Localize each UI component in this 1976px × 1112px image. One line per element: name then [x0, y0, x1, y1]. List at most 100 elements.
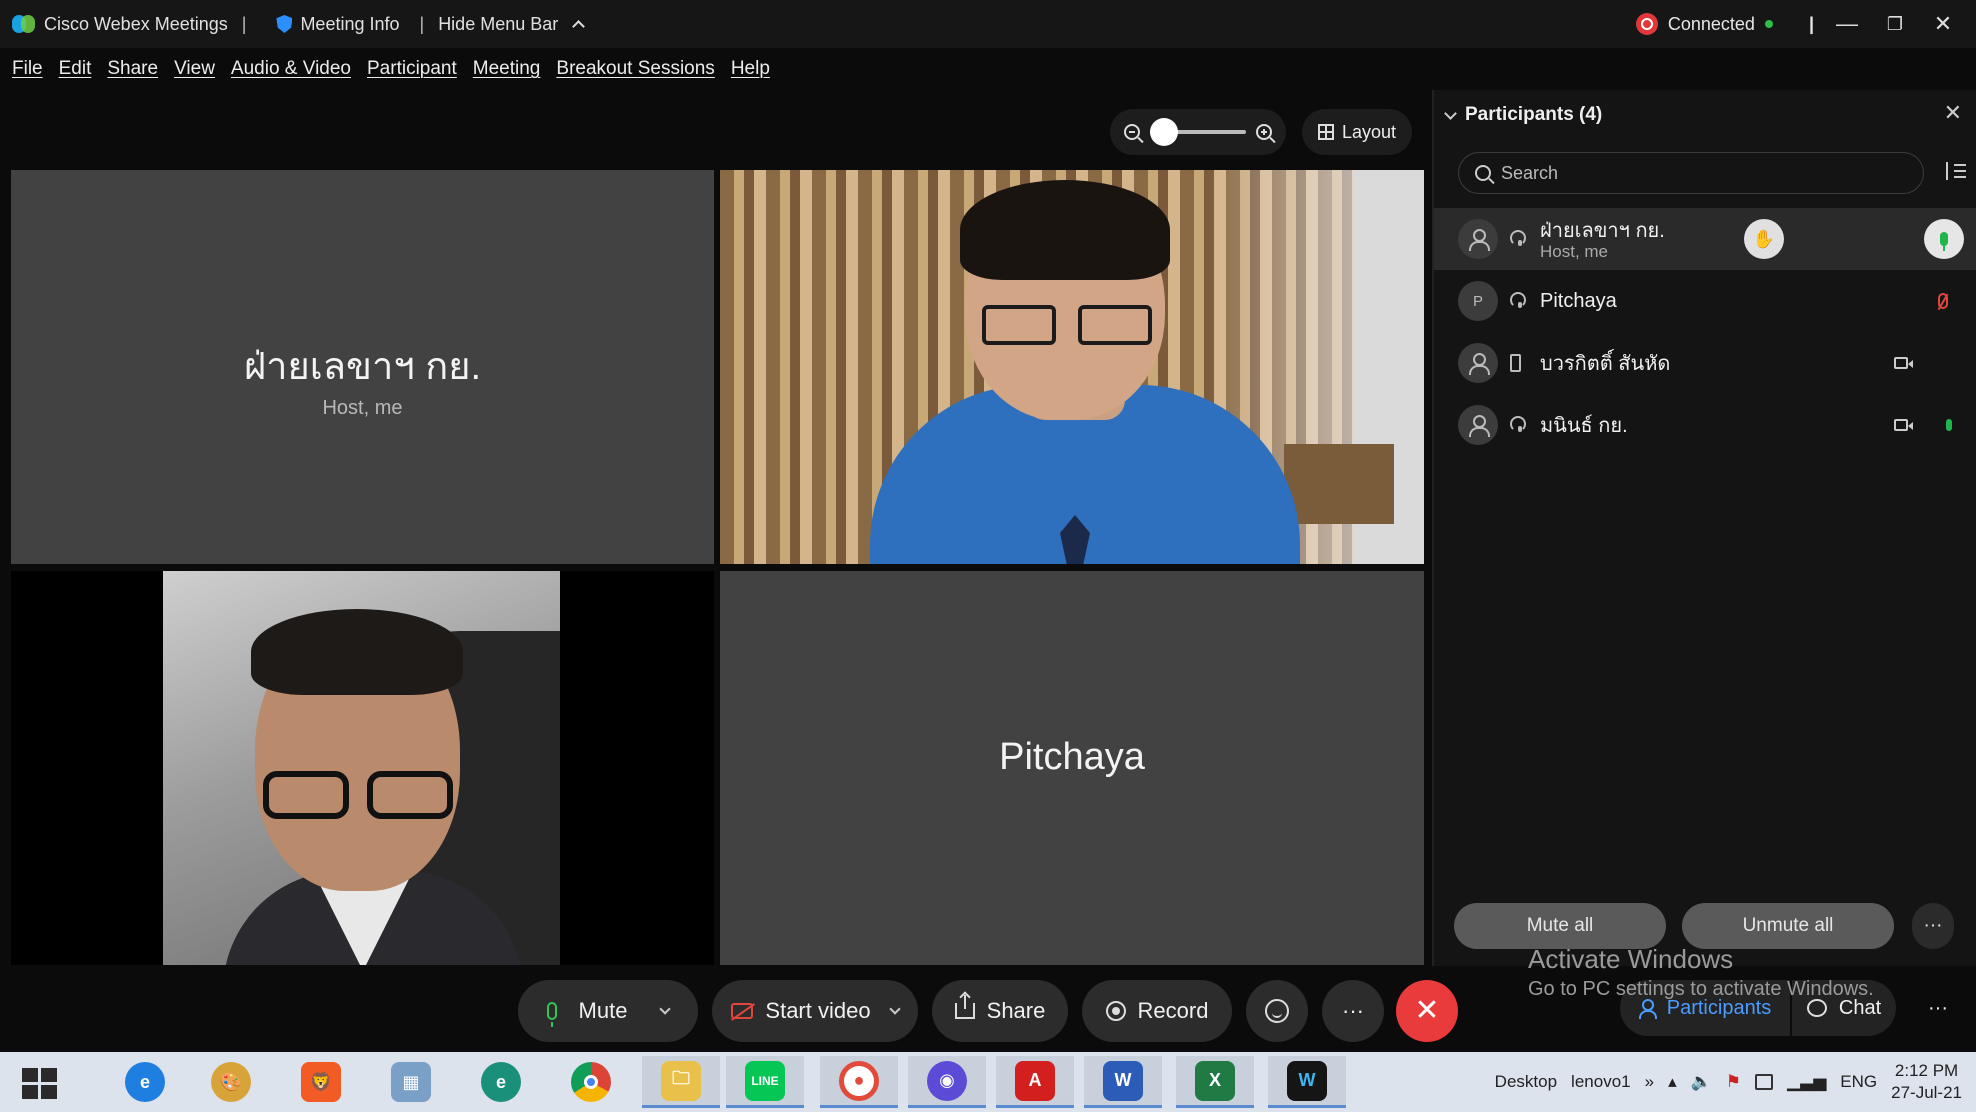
video-tile-participant-video[interactable] — [720, 170, 1424, 564]
excel-icon[interactable]: X — [1176, 1056, 1254, 1108]
chat-tab-label: Chat — [1838, 996, 1882, 1019]
share-icon — [954, 995, 975, 1019]
camera-icon[interactable] — [1894, 419, 1913, 431]
avatar — [1458, 343, 1498, 383]
restore-icon[interactable]: ❐ — [1880, 9, 1910, 39]
edge-icon[interactable]: e — [462, 1056, 540, 1108]
webex-logo-icon — [12, 15, 36, 33]
video-background — [1284, 444, 1394, 524]
video-tile-pitchaya[interactable]: Pitchaya — [720, 571, 1424, 965]
network-signal-icon[interactable]: ▁▃▅ — [1787, 1072, 1826, 1092]
vpn-icon[interactable]: ● — [820, 1056, 898, 1108]
muted-microphone-icon[interactable] — [1938, 293, 1948, 309]
mute-button[interactable]: Mute — [518, 980, 698, 1042]
input-language[interactable]: ENG — [1840, 1072, 1877, 1092]
leave-meeting-button[interactable]: ✕ — [1396, 980, 1458, 1042]
participant-row[interactable]: มนินธ์ กย. — [1434, 394, 1976, 456]
hide-menu-bar-button[interactable]: Hide Menu Bar — [438, 14, 558, 35]
word-icon[interactable]: W — [1084, 1056, 1162, 1108]
sort-icon[interactable] — [1946, 162, 1966, 182]
chat-tab[interactable]: Chat — [1792, 980, 1896, 1036]
avatar — [1458, 219, 1498, 259]
menu-help[interactable]: Help — [731, 58, 770, 80]
file-explorer-icon[interactable]: 🗀 — [642, 1056, 720, 1108]
toolbar-overflow-icon[interactable]: » — [1645, 1072, 1654, 1092]
video-tile-host[interactable]: ฝ่ายเลขาฯ กย. Host, me — [11, 170, 714, 564]
participant-video-person — [960, 180, 1170, 280]
menu-share[interactable]: Share — [107, 58, 158, 80]
firefox-icon[interactable]: ◉ — [908, 1056, 986, 1108]
line-icon[interactable]: LINE — [726, 1056, 804, 1108]
connected-dot-icon — [1764, 20, 1773, 28]
participant-search-input[interactable]: Search — [1458, 152, 1924, 194]
record-button[interactable]: Record — [1082, 980, 1232, 1042]
webex-icon[interactable]: W — [1268, 1056, 1346, 1108]
unmute-all-button[interactable]: Unmute all — [1682, 903, 1894, 949]
calculator-icon[interactable]: ▦ — [372, 1056, 450, 1108]
title-separator: | — [1808, 13, 1814, 34]
menu-audio-video[interactable]: Audio & Video — [231, 58, 351, 80]
menu-file[interactable]: File — [12, 58, 43, 80]
participant-row[interactable]: ฝ่ายเลขาฯ กย. Host, me ✋ — [1434, 208, 1976, 270]
chrome-icon[interactable] — [552, 1056, 630, 1108]
chevron-down-icon[interactable] — [659, 1003, 672, 1015]
chevron-down-icon[interactable] — [888, 1003, 901, 1015]
chevron-up-icon[interactable] — [572, 20, 586, 33]
system-clock[interactable]: 2:12 PM 27-Jul-21 — [1891, 1060, 1962, 1104]
tray-expand-icon[interactable]: ▴ — [1668, 1072, 1677, 1092]
zoom-slider[interactable] — [1150, 118, 1246, 146]
panel-options-button[interactable]: ··· — [1910, 980, 1966, 1036]
reactions-button[interactable] — [1246, 980, 1308, 1042]
user-toolbar[interactable]: lenovo1 — [1571, 1072, 1631, 1092]
minimize-icon[interactable]: — — [1832, 9, 1862, 39]
close-icon: ✕ — [1414, 994, 1440, 1027]
camera-icon[interactable] — [1894, 357, 1913, 369]
video-tile-participant-video[interactable] — [11, 571, 714, 965]
participants-icon — [1638, 999, 1657, 1019]
participant-row[interactable]: P Pitchaya — [1434, 270, 1976, 332]
menu-edit[interactable]: Edit — [59, 58, 92, 80]
close-icon[interactable]: ✕ — [1928, 9, 1958, 39]
action-center-flag-icon[interactable]: ⚑ — [1726, 1072, 1741, 1092]
participants-tab[interactable]: Participants — [1620, 980, 1790, 1036]
person-icon — [1469, 352, 1490, 375]
paint-icon[interactable]: 🎨 — [192, 1056, 270, 1108]
acrobat-icon[interactable]: A — [996, 1056, 1074, 1108]
mute-all-button[interactable]: Mute all — [1454, 903, 1666, 949]
menu-view[interactable]: View — [174, 58, 215, 80]
microphone-icon[interactable] — [1946, 419, 1952, 431]
more-options-button[interactable]: ··· — [1322, 980, 1384, 1042]
brave-icon[interactable]: 🦁 — [282, 1056, 360, 1108]
participant-name: มนินธ์ กย. — [1540, 415, 1628, 437]
chevron-down-icon[interactable] — [1444, 106, 1457, 120]
microphone-icon[interactable] — [1924, 219, 1964, 259]
volume-icon[interactable]: 🔈 — [1691, 1072, 1712, 1092]
meeting-info-link[interactable]: Meeting Info — [300, 14, 399, 35]
share-button[interactable]: Share — [932, 980, 1068, 1042]
menu-participant[interactable]: Participant — [367, 58, 457, 80]
panel-more-button[interactable]: ··· — [1912, 903, 1954, 949]
close-icon[interactable]: ✕ — [1944, 100, 1962, 126]
webex-meeting-window: Cisco Webex Meetings | Meeting Info | Hi… — [0, 0, 1976, 1112]
participant-video-person — [251, 609, 463, 695]
clock-time: 2:12 PM — [1894, 1061, 1959, 1080]
avatar: P — [1458, 281, 1498, 321]
menu-meeting[interactable]: Meeting — [473, 58, 541, 80]
windows-start-icon[interactable] — [22, 1068, 58, 1100]
zoom-slider-handle[interactable] — [1150, 118, 1178, 146]
layout-button[interactable]: Layout — [1302, 109, 1412, 155]
zoom-out-icon[interactable] — [1124, 124, 1140, 140]
menu-breakout-sessions[interactable]: Breakout Sessions — [556, 58, 714, 80]
grid-layout-icon — [1317, 124, 1334, 140]
raise-hand-icon[interactable]: ✋ — [1744, 219, 1784, 259]
participants-title: Participants (4) — [1465, 104, 1603, 125]
participants-panel-header[interactable]: Participants (4) — [1444, 104, 1603, 126]
participant-row[interactable]: บวรกิตติ์ สันหัด — [1434, 332, 1976, 394]
microphone-icon — [546, 1002, 557, 1027]
start-video-button[interactable]: Start video — [712, 980, 918, 1042]
tile-participant-name: ฝ่ายเลขาฯ กย. — [243, 346, 482, 388]
ie-icon[interactable]: e — [106, 1056, 184, 1108]
zoom-in-icon[interactable] — [1256, 124, 1272, 140]
battery-icon[interactable] — [1755, 1074, 1774, 1090]
desktop-toolbar[interactable]: Desktop — [1495, 1072, 1557, 1092]
